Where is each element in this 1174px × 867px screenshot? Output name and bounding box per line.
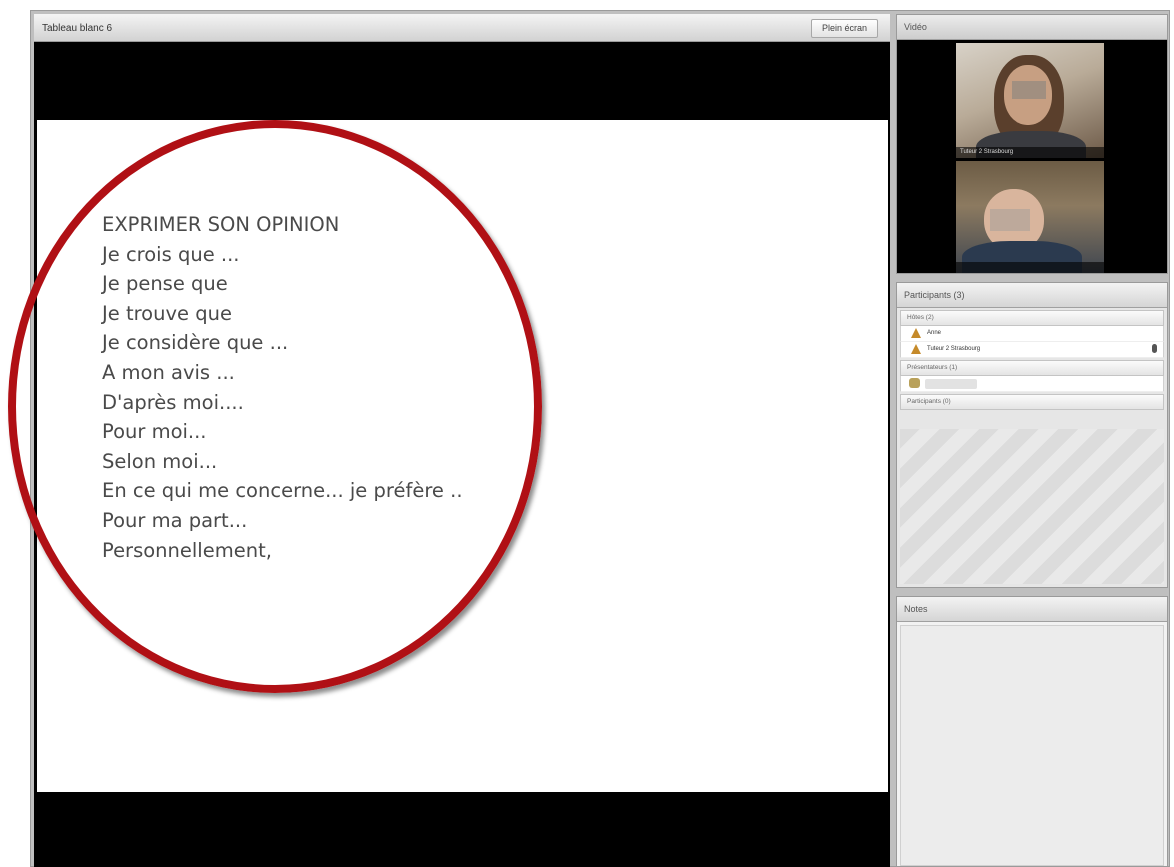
notes-text-area[interactable] <box>900 625 1164 866</box>
microphone-icon <box>1152 344 1157 353</box>
whiteboard-title: Tableau blanc 6 <box>42 23 113 34</box>
notes-pod-title: Notes <box>897 597 1167 622</box>
hosts-section-header[interactable]: Hôtes (2) <box>900 310 1164 326</box>
participant-row-presenter[interactable] <box>900 376 1164 392</box>
presenter-icon <box>909 378 920 388</box>
participant-name: Tuteur 2 Strasbourg <box>927 346 981 352</box>
webcam-feed-2[interactable] <box>956 161 1104 273</box>
participant-row-host[interactable]: Tuteur 2 Strasbourg <box>900 342 1164 358</box>
presenters-section-header[interactable]: Présentateurs (1) <box>900 360 1164 376</box>
webcam-feed-1[interactable]: Tuteur 2 Strasbourg <box>956 43 1104 158</box>
whiteboard-titlebar: Tableau blanc 6 Plein écran <box>34 14 890 42</box>
participants-list-empty-area <box>900 429 1164 584</box>
participants-pod-title: Participants (3) <box>897 283 1167 308</box>
video-pod-title: Vidéo <box>897 15 1167 40</box>
video-pod: Vidéo Tuteur 2 Strasbourg <box>896 14 1168 274</box>
participant-name: Anne <box>927 330 942 336</box>
participants-section-header[interactable]: Participants (0) <box>900 394 1164 410</box>
face-blur-mask <box>1012 81 1046 99</box>
participant-row-host[interactable]: Anne <box>900 326 1164 342</box>
fullscreen-button[interactable]: Plein écran <box>810 19 878 38</box>
face-blur-mask <box>990 209 1030 231</box>
webcam-name-label: Tuteur 2 Strasbourg <box>956 147 1104 158</box>
host-icon <box>911 328 921 338</box>
webcam-name-label <box>956 262 1104 273</box>
participants-pod: Participants (3) Hôtes (2) Anne Tuteur 2… <box>896 282 1168 588</box>
host-icon <box>911 344 921 354</box>
highlight-circle-annotation <box>8 120 542 693</box>
blurred-participant-name <box>925 379 977 389</box>
notes-pod: Notes <box>896 596 1168 867</box>
